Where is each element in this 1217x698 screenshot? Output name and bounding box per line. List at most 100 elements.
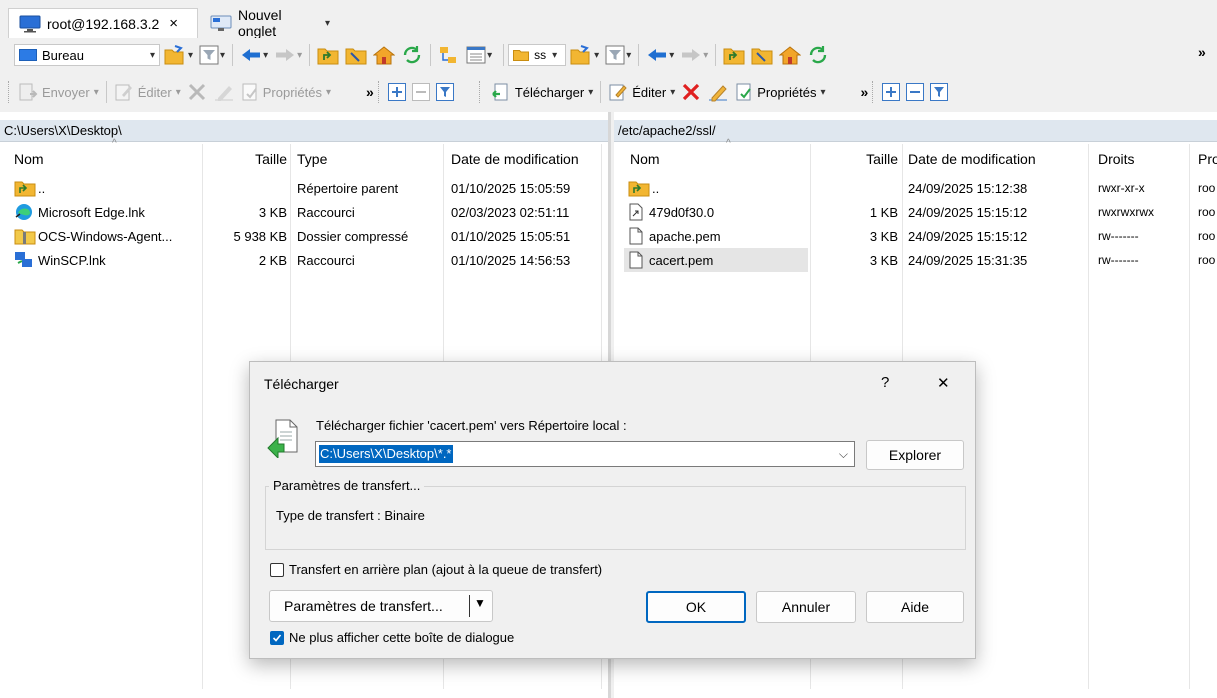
table-row[interactable]: .. Répertoire parent 01/10/2025 15:05:59 (0, 176, 608, 200)
back-button[interactable]: ▾ (237, 42, 271, 68)
table-row[interactable]: WinSCP.lnk 2 KB Raccourci 01/10/2025 14:… (0, 248, 608, 272)
target-path-input[interactable]: C:\Users\X\Desktop\*.* (319, 445, 453, 463)
tab-new-caret[interactable]: ▾ (325, 18, 330, 29)
right-path-bar[interactable]: /etc/apache2/ssl/ (614, 120, 1217, 142)
download-button[interactable]: Télécharger ▾ (486, 79, 596, 105)
upload-icon (18, 82, 38, 102)
left-delete-button[interactable] (184, 79, 210, 105)
right-col-rights[interactable]: Droits (1098, 146, 1178, 172)
right-col-name[interactable]: Nom (630, 146, 810, 172)
background-transfer-checkbox[interactable]: Transfert en arrière plan (ajout à la qu… (270, 562, 602, 577)
right-refresh-button[interactable] (804, 42, 832, 68)
help-icon[interactable]: ? (881, 374, 889, 391)
right-properties-label: Propriétés (757, 84, 817, 100)
right-parent-dir-button[interactable] (720, 42, 748, 68)
parent-dir-button[interactable] (314, 42, 342, 68)
chevron-down-icon[interactable]: ▼ (474, 596, 486, 610)
tab-new[interactable]: Nouvel onglet ▾ (200, 7, 340, 39)
file-size: 3 KB (869, 252, 898, 268)
cancel-button[interactable]: Annuler (756, 591, 856, 623)
right-rename-button[interactable] (704, 79, 732, 105)
file-icon (628, 227, 644, 245)
table-row[interactable]: apache.pem 3 KB 24/09/2025 15:15:12 rw--… (614, 224, 1217, 248)
left-new-button[interactable] (385, 79, 409, 105)
checkbox-box[interactable] (270, 562, 284, 577)
help-button[interactable]: Aide (866, 591, 964, 623)
left-rename-button[interactable] (210, 79, 238, 105)
right-col-owner[interactable]: Pro (1198, 146, 1217, 172)
right-location-combo[interactable]: ss ▾ (508, 44, 567, 66)
checkbox-box[interactable] (270, 630, 284, 645)
left-col-size[interactable]: Taille (205, 146, 287, 172)
left-overflow-button[interactable]: » (366, 84, 374, 100)
right-col-date[interactable]: Date de modification (908, 146, 1078, 172)
view-mode-button[interactable]: ▾ (463, 42, 495, 68)
right-filter-button[interactable]: ▾ (602, 42, 634, 68)
right-root-dir-button[interactable] (748, 42, 776, 68)
tree-view-button[interactable] (435, 42, 463, 68)
file-size (814, 176, 898, 200)
left-location-combo[interactable]: Bureau ▾ (14, 44, 160, 66)
table-row[interactable]: 479d0f30.0 1 KB 24/09/2025 15:15:12 rwxr… (614, 200, 1217, 224)
download-label: Télécharger (514, 84, 585, 100)
send-button[interactable]: Envoyer ▾ (15, 79, 102, 105)
file-icon (628, 251, 644, 269)
target-path-combo[interactable]: C:\Users\X\Desktop\*.* ⌵ (315, 441, 855, 467)
home-icon (373, 45, 396, 65)
right-delete-button[interactable] (678, 79, 704, 105)
group-title: Paramètres de transfert... (269, 478, 425, 493)
ok-button[interactable]: OK (646, 591, 746, 623)
file-date: 24/09/2025 15:31:35 (908, 252, 1028, 268)
file-date: 02/03/2023 02:51:11 (451, 204, 570, 220)
right-back-button[interactable]: ▾ (643, 42, 677, 68)
properties-icon (735, 82, 753, 102)
edge-icon (14, 203, 34, 221)
left-col-date[interactable]: Date de modification (451, 146, 601, 172)
left-col-type[interactable]: Type (297, 146, 437, 172)
tab-close-icon[interactable]: × (169, 15, 178, 32)
right-minus-button[interactable] (903, 79, 927, 105)
table-row[interactable]: OCS-Windows-Agent... 5 938 KB Dossier co… (0, 224, 608, 248)
toolbar-overflow-button[interactable]: » (1198, 44, 1206, 60)
browse-button[interactable]: Explorer (866, 440, 964, 470)
transfer-settings-button[interactable]: Paramètres de transfert... ▼ (269, 590, 493, 622)
right-col-size[interactable]: Taille (814, 146, 898, 172)
table-row[interactable]: cacert.pem 3 KB 24/09/2025 15:31:35 rw--… (614, 248, 1217, 272)
right-overflow-button[interactable]: » (861, 84, 869, 100)
forward-button[interactable]: ▾ (271, 42, 305, 68)
right-new-button[interactable] (879, 79, 903, 105)
right-properties-button[interactable]: Propriétés ▾ (732, 79, 828, 105)
file-owner: roo (1198, 253, 1216, 267)
home-button[interactable] (370, 42, 398, 68)
left-location-label: Bureau (42, 47, 84, 63)
tab-bar: root@192.168.3.2 × Nouvel onglet ▾ (0, 0, 1217, 39)
file-size: 5 938 KB (233, 228, 288, 244)
right-forward-button[interactable]: ▾ (677, 42, 711, 68)
file-size: 3 KB (258, 204, 287, 220)
tab-session[interactable]: root@192.168.3.2 × (8, 8, 198, 38)
left-minus-button[interactable] (409, 79, 433, 105)
right-open-folder-button[interactable]: ▾ (566, 42, 602, 68)
dont-show-checkbox[interactable]: Ne plus afficher cette boîte de dialogue (270, 630, 514, 645)
root-dir-button[interactable] (342, 42, 370, 68)
action-toolbar: Envoyer ▾ Éditer ▾ Propriétés ▾ » Télécharg… (0, 72, 1217, 112)
right-filter-toggle[interactable] (927, 79, 951, 105)
monitor-icon (19, 15, 41, 33)
close-icon[interactable]: ✕ (937, 374, 950, 392)
left-path-bar[interactable]: C:\Users\X\Desktop\ (0, 120, 608, 142)
filter-icon (605, 45, 625, 65)
open-folder-button[interactable]: ▾ (160, 42, 196, 68)
right-home-button[interactable] (776, 42, 804, 68)
table-row[interactable]: .. 24/09/2025 15:12:38 rwxr-xr-x roo (614, 176, 1217, 200)
tab-new-label: Nouvel onglet (238, 7, 282, 39)
list-view-icon (466, 45, 486, 65)
left-filter-toggle[interactable] (433, 79, 457, 105)
left-properties-button[interactable]: Propriétés ▾ (238, 79, 334, 105)
refresh-button[interactable] (398, 42, 426, 68)
left-col-name[interactable]: Nom (14, 146, 194, 172)
table-row[interactable]: Microsoft Edge.lnk 3 KB Raccourci 02/03/… (0, 200, 608, 224)
right-edit-button[interactable]: Éditer ▾ (605, 79, 678, 105)
filter-button[interactable]: ▾ (196, 42, 228, 68)
chevron-down-icon[interactable]: ⌵ (839, 447, 848, 462)
left-edit-button[interactable]: Éditer ▾ (111, 79, 184, 105)
